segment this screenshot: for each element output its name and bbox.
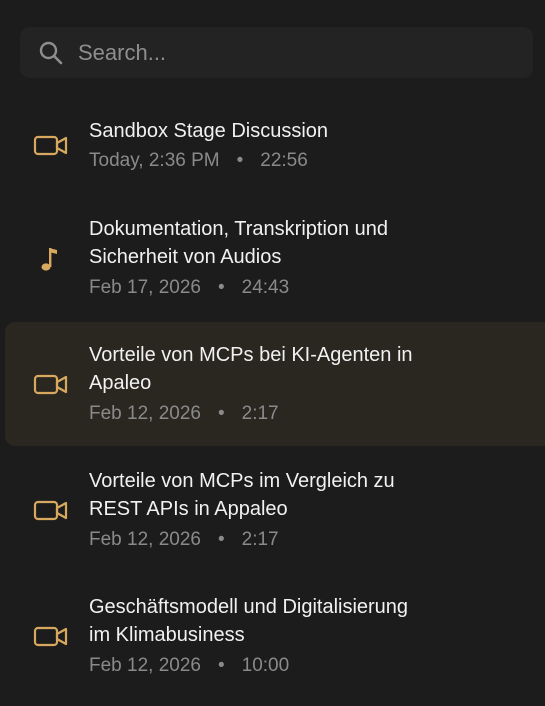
item-meta: Feb 12, 2026 • 2:17 bbox=[89, 401, 279, 427]
item-duration: 2:17 bbox=[241, 529, 279, 550]
item-date: Feb 17, 2026 bbox=[89, 277, 201, 298]
title-line: REST APIs in Appaleo bbox=[89, 498, 288, 520]
meta-separator: • bbox=[217, 529, 225, 550]
video-icon bbox=[33, 374, 68, 395]
search-input[interactable] bbox=[78, 27, 518, 78]
list-item[interactable]: Vorteile von MCPs im Vergleich zu REST A… bbox=[5, 457, 545, 561]
search-bar[interactable] bbox=[20, 27, 533, 78]
item-meta: Feb 12, 2026 • 2:17 bbox=[89, 527, 279, 553]
music-note-icon bbox=[41, 248, 57, 271]
item-date: Feb 12, 2026 bbox=[89, 403, 201, 424]
item-title: Vorteile von MCPs bei KI-Agenten in Apal… bbox=[89, 341, 509, 397]
item-duration: 2:17 bbox=[241, 403, 279, 424]
meta-separator: • bbox=[236, 150, 244, 171]
list-item[interactable]: Geschäftsmodell und Digitalisierung im K… bbox=[5, 583, 545, 687]
meta-separator: • bbox=[217, 655, 225, 676]
meta-separator: • bbox=[217, 403, 225, 424]
search-icon bbox=[39, 41, 63, 65]
list-item[interactable]: Vorteile von MCPs bei KI-Agenten in Apal… bbox=[5, 322, 545, 446]
title-line: Geschäftsmodell und Digitalisierung bbox=[89, 596, 409, 618]
title-line: Sandbox Stage Discussion bbox=[89, 120, 329, 142]
list-item[interactable]: Dokumentation, Transkription und Sicherh… bbox=[5, 205, 545, 309]
video-icon bbox=[33, 500, 68, 521]
item-date: Today, 2:36 PM bbox=[89, 150, 220, 171]
title-line: im Klimabusiness bbox=[89, 624, 245, 646]
meta-separator: • bbox=[217, 277, 225, 298]
title-line: Apaleo bbox=[89, 372, 152, 394]
item-title: Geschäftsmodell und Digitalisierung im K… bbox=[89, 593, 509, 649]
video-icon bbox=[33, 135, 68, 156]
item-duration: 10:00 bbox=[241, 655, 290, 676]
item-meta: Today, 2:36 PM • 22:56 bbox=[89, 148, 308, 174]
video-icon bbox=[33, 626, 68, 647]
title-line: Vorteile von MCPs im Vergleich zu bbox=[89, 470, 395, 492]
item-title: Vorteile von MCPs im Vergleich zu REST A… bbox=[89, 467, 509, 523]
title-line: Sicherheit von Audios bbox=[89, 246, 282, 268]
item-date: Feb 12, 2026 bbox=[89, 655, 201, 676]
item-duration: 22:56 bbox=[260, 150, 308, 171]
item-date: Feb 12, 2026 bbox=[89, 529, 201, 550]
item-title: Sandbox Stage Discussion bbox=[89, 117, 509, 145]
list-item[interactable]: Sandbox Stage Discussion Today, 2:36 PM •… bbox=[5, 108, 545, 184]
item-title: Dokumentation, Transkription und Sicherh… bbox=[89, 215, 509, 271]
item-meta: Feb 17, 2026 • 24:43 bbox=[89, 275, 289, 301]
item-meta: Feb 12, 2026 • 10:00 bbox=[89, 653, 289, 679]
title-line: Vorteile von MCPs bei KI-Agenten in bbox=[89, 344, 413, 366]
item-duration: 24:43 bbox=[241, 277, 290, 298]
title-line: Dokumentation, Transkription und bbox=[89, 218, 389, 240]
